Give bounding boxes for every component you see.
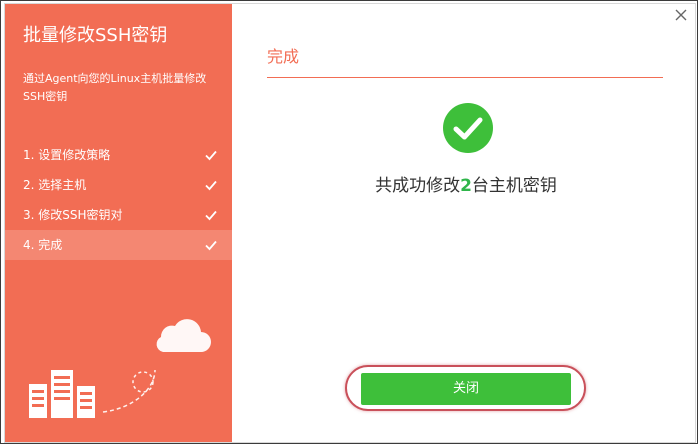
page-title: 完成	[267, 47, 300, 66]
servers-cloud-illustration	[29, 319, 211, 418]
wizard-steps: 1. 设置修改策略 2. 选择主机 3. 修改SSH密钥对 4. 完成	[5, 140, 232, 260]
close-button[interactable]: 关闭	[361, 373, 571, 405]
result-suffix: 台主机密钥	[471, 176, 557, 196]
server-icon	[51, 370, 73, 418]
success-check-circle-icon	[443, 103, 493, 153]
result-prefix: 共成功修改	[375, 176, 461, 196]
check-icon	[205, 240, 217, 251]
step-3: 3. 修改SSH密钥对	[5, 200, 232, 230]
check-icon	[205, 210, 217, 221]
server-icon	[77, 386, 95, 418]
server-icon	[29, 384, 47, 418]
wizard-description: 通过Agent向您的Linux主机批量修改SSH密钥	[23, 72, 207, 103]
wizard-title: 批量修改SSH密钥	[23, 25, 168, 46]
step-label: 1. 设置修改策略	[23, 148, 111, 162]
cloud-icon	[156, 319, 211, 352]
step-1: 1. 设置修改策略	[5, 140, 232, 170]
step-label: 4. 完成	[23, 238, 63, 252]
dialog-window: 批量修改SSH密钥 通过Agent向您的Linux主机批量修改SSH密钥 1. …	[4, 3, 696, 443]
close-icon[interactable]	[673, 7, 689, 23]
check-icon	[205, 180, 217, 191]
step-label: 2. 选择主机	[23, 178, 87, 192]
step-4-current: 4. 完成	[5, 230, 232, 260]
step-label: 3. 修改SSH密钥对	[23, 208, 123, 222]
wizard-sidebar: 批量修改SSH密钥 通过Agent向您的Linux主机批量修改SSH密钥 1. …	[5, 4, 232, 442]
result-count: 2	[460, 176, 472, 196]
title-divider	[267, 77, 663, 78]
result-message: 共成功修改2台主机密钥	[235, 174, 697, 198]
check-icon	[205, 150, 217, 161]
step-2: 2. 选择主机	[5, 170, 232, 200]
